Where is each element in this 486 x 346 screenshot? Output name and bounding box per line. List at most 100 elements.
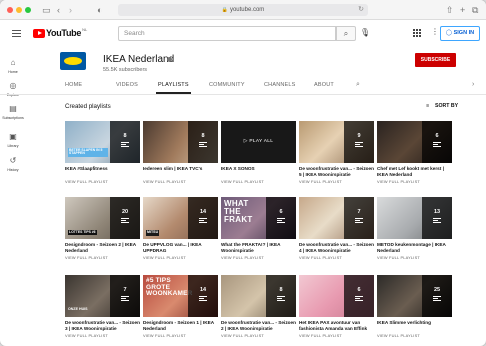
view-full-playlist-link[interactable]: VIEW FULL PLAYLIST	[65, 255, 140, 260]
sign-in-button[interactable]: ◯ SIGN IN	[440, 26, 480, 41]
playlist-title[interactable]: IKEA Slimme verlichting	[377, 320, 452, 332]
search-input[interactable]: Search	[118, 26, 336, 41]
view-full-playlist-link[interactable]: VIEW FULL PLAYLIST	[221, 333, 296, 338]
playlist-thumbnail[interactable]: ▷ PLAY ALL	[221, 121, 296, 163]
playlist-card[interactable]: 6 Chef met Lef kookt met kerst | IKEA Ne…	[377, 121, 452, 184]
playlist-card[interactable]: WHAT THE FRAKT 6 What the FRAKTA!? | IKE…	[221, 197, 296, 260]
playlist-thumbnail[interactable]: ONZE HUIS 7	[65, 275, 140, 317]
playlist-thumbnail[interactable]: 7	[299, 197, 374, 239]
sidebar-item-library[interactable]: ▣ Library	[0, 132, 26, 148]
view-full-playlist-link[interactable]: VIEW FULL PLAYLIST	[299, 179, 374, 184]
playlist-thumbnail[interactable]: 8	[221, 275, 296, 317]
playlist-title[interactable]: IKEA #Slaapfitness	[65, 166, 140, 178]
tab-home[interactable]: HOME	[65, 82, 82, 88]
view-full-playlist-link[interactable]: VIEW FULL PLAYLIST	[299, 255, 374, 260]
playlist-thumbnail[interactable]: LOTTES TIPS #6 20	[65, 197, 140, 239]
tab-channels[interactable]: CHANNELS	[264, 82, 296, 88]
privacy-shield-icon[interactable]: ◐	[97, 4, 102, 16]
back-icon[interactable]: ‹	[57, 4, 60, 16]
view-full-playlist-link[interactable]: VIEW FULL PLAYLIST	[143, 255, 218, 260]
playlist-thumbnail[interactable]: #5 TIPS GROTE WOONKAMER 14	[143, 275, 218, 317]
playlist-title[interactable]: Iedereen slim | IKEA TVC's	[143, 166, 218, 178]
playlist-card[interactable]: BETER SLAPEN IN 5 STAPPEN 8 IKEA #Slaapf…	[65, 121, 140, 184]
playlist-icon	[433, 218, 441, 223]
forward-icon[interactable]: ›	[69, 4, 72, 16]
playlist-thumbnail[interactable]: MITSU 14	[143, 197, 218, 239]
playlist-title[interactable]: Designdroom - Seizoen 2 | IKEA Nederland	[65, 242, 140, 254]
playlist-title[interactable]: METOD keukenmontage | IKEA Nederland	[377, 242, 452, 254]
playlist-title[interactable]: De woonfrustratie van... - Seizoen 3 | I…	[65, 320, 140, 332]
history-icon: ↺	[9, 156, 17, 165]
playlist-thumbnail[interactable]: 25	[377, 275, 452, 317]
subscribe-button[interactable]: SUBSCRIBE	[415, 53, 456, 67]
playlist-thumbnail[interactable]: 8	[143, 121, 218, 163]
tab-community[interactable]: COMMUNITY	[209, 82, 245, 88]
view-full-playlist-link[interactable]: VIEW FULL PLAYLIST	[377, 179, 452, 184]
apps-icon[interactable]	[413, 29, 421, 37]
view-full-playlist-link[interactable]: VIEW FULL PLAYLIST	[299, 333, 374, 338]
playlist-card[interactable]: 13 METOD keukenmontage | IKEA Nederland …	[377, 197, 452, 260]
youtube-header: YouTube NL Search ⌕ 🎙 ⋮ ◯ SIGN IN	[0, 20, 486, 48]
sidebar-item-history[interactable]: ↺ History	[0, 156, 26, 172]
playlist-card[interactable]: 9 De woonfrustratie van... - Seizoen 5 |…	[299, 121, 374, 184]
playlist-title[interactable]: Het IKEA PAX avontuur van fashionista Am…	[299, 320, 374, 332]
new-tab-icon[interactable]: +	[460, 4, 465, 16]
playlist-title[interactable]: Designdroom - Seizoen 1 | IKEA Nederland	[143, 320, 218, 332]
view-full-playlist-link[interactable]: VIEW FULL PLAYLIST	[221, 255, 296, 260]
sidebar-toggle-icon[interactable]: ▭	[42, 4, 51, 16]
playlist-thumbnail[interactable]: 9	[299, 121, 374, 163]
video-count: 14	[199, 287, 207, 293]
playlist-card[interactable]: ▷ PLAY ALL IKEA X SONOS VIEW FULL PLAYLI…	[221, 121, 296, 184]
playlist-card[interactable]: #5 TIPS GROTE WOONKAMER 14 Designdroom -…	[143, 275, 218, 338]
playlist-title[interactable]: De woonfrustratie van... - Seizoen 2 | I…	[221, 320, 296, 332]
address-bar[interactable]: 🔒 youtube.com ↻	[118, 4, 368, 16]
sidebar-item-subscriptions[interactable]: ▤ Subscriptions	[0, 104, 26, 120]
playlist-card[interactable]: LOTTES TIPS #6 20 Designdroom - Seizoen …	[65, 197, 140, 260]
sort-by-button[interactable]: ≡ SORT BY	[426, 103, 458, 109]
tab-playlists[interactable]: PLAYLISTS	[156, 82, 191, 94]
microphone-icon[interactable]: 🎙	[360, 28, 370, 37]
playlist-title[interactable]: De woonfrustratie van... - Seizoen 4 | I…	[299, 242, 374, 254]
view-full-playlist-link[interactable]: VIEW FULL PLAYLIST	[65, 179, 140, 184]
youtube-logo[interactable]: YouTube NL	[33, 27, 87, 38]
playlist-card[interactable]: MITSU 14 De UPPVLOG van... | IKEA UPPDRA…	[143, 197, 218, 260]
zoom-window-button[interactable]	[25, 7, 31, 13]
playlist-card[interactable]: 7 De woonfrustratie van... - Seizoen 4 |…	[299, 197, 374, 260]
view-full-playlist-link[interactable]: VIEW FULL PLAYLIST	[377, 255, 452, 260]
channel-avatar[interactable]	[60, 52, 86, 70]
channel-search-icon[interactable]: ⌕	[356, 81, 360, 89]
playlist-title[interactable]: IKEA X SONOS	[221, 166, 296, 178]
playlist-card[interactable]: 6 Het IKEA PAX avontuur van fashionista …	[299, 275, 374, 338]
playlist-title[interactable]: De woonfrustratie van... - Seizoen 5 | I…	[299, 166, 374, 178]
playlist-card[interactable]: 8 Iedereen slim | IKEA TVC's VIEW FULL P…	[143, 121, 218, 184]
view-full-playlist-link[interactable]: VIEW FULL PLAYLIST	[143, 333, 218, 338]
search-button[interactable]: ⌕	[336, 26, 356, 41]
play-all-overlay[interactable]: ▷ PLAY ALL	[221, 121, 296, 163]
reload-icon[interactable]: ↻	[358, 4, 364, 16]
view-full-playlist-link[interactable]: VIEW FULL PLAYLIST	[377, 333, 452, 338]
playlist-card[interactable]: 25 IKEA Slimme verlichting VIEW FULL PLA…	[377, 275, 452, 338]
playlist-thumbnail[interactable]: 6	[377, 121, 452, 163]
playlist-thumbnail[interactable]: WHAT THE FRAKT 6	[221, 197, 296, 239]
view-full-playlist-link[interactable]: VIEW FULL PLAYLIST	[65, 333, 140, 338]
sidebar-item-home[interactable]: ⌂ Home	[0, 58, 26, 74]
playlist-title[interactable]: De UPPVLOG van... | IKEA UPPDRAG	[143, 242, 218, 254]
view-full-playlist-link[interactable]: VIEW FULL PLAYLIST	[221, 179, 296, 184]
view-full-playlist-link[interactable]: VIEW FULL PLAYLIST	[143, 179, 218, 184]
playlist-thumbnail[interactable]: 13	[377, 197, 452, 239]
playlist-thumbnail[interactable]: 6	[299, 275, 374, 317]
playlist-card[interactable]: 8 De woonfrustratie van... - Seizoen 2 |…	[221, 275, 296, 338]
playlist-title[interactable]: Chef met Lef kookt met kerst | IKEA Nede…	[377, 166, 452, 178]
tab-about[interactable]: ABOUT	[314, 82, 334, 88]
menu-icon[interactable]	[12, 30, 21, 37]
minimize-window-button[interactable]	[16, 7, 22, 13]
tab-overview-icon[interactable]: ⧉	[472, 4, 478, 16]
close-window-button[interactable]	[7, 7, 13, 13]
chevron-right-icon[interactable]: ›	[472, 81, 474, 88]
tab-videos[interactable]: VIDEOS	[116, 82, 138, 88]
playlist-title[interactable]: What the FRAKTA!? | IKEA Woonirspiratie	[221, 242, 296, 254]
share-icon[interactable]: ⇧	[446, 4, 454, 16]
playlist-card[interactable]: ONZE HUIS 7 De woonfrustratie van... - S…	[65, 275, 140, 338]
more-options-icon[interactable]: ⋮	[431, 27, 439, 36]
playlist-thumbnail[interactable]: BETER SLAPEN IN 5 STAPPEN 8	[65, 121, 140, 163]
